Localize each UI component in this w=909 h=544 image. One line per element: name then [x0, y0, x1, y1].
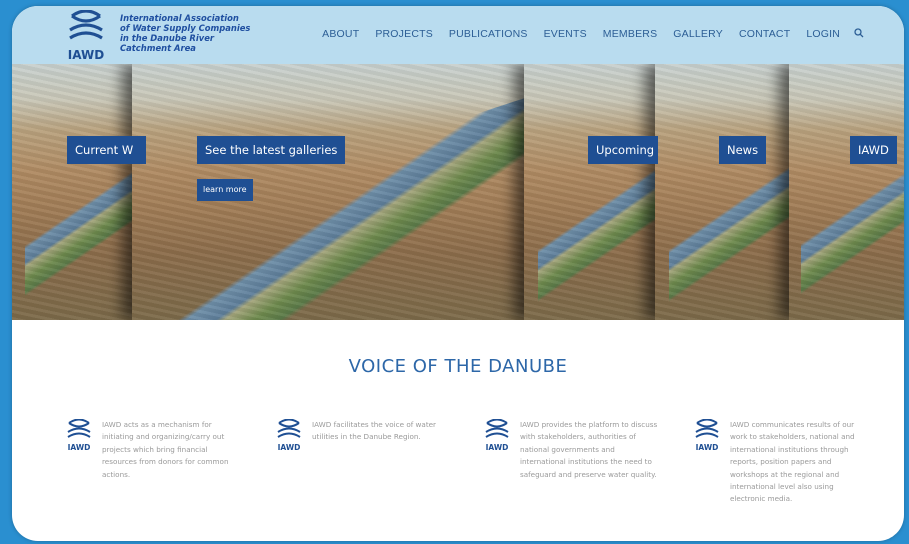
nav-events[interactable]: EVENTS: [544, 28, 587, 41]
site-header: IAWD International Association of Water …: [12, 6, 904, 64]
icon-label: IAWD: [68, 443, 91, 452]
logo-line: of Water Supply Companies: [120, 23, 251, 33]
browser-frame: IAWD International Association of Water …: [12, 6, 904, 541]
nav-login[interactable]: LOGIN: [806, 28, 840, 41]
slide-panel[interactable]: [12, 64, 137, 320]
feature-text: IAWD provides the platform to discuss wi…: [520, 420, 658, 479]
slide-label-upcoming[interactable]: Upcoming: [588, 136, 658, 164]
slide-label-galleries[interactable]: See the latest galleries: [197, 136, 346, 164]
logo-line: International Association: [120, 13, 239, 23]
logo-text: International Association of Water Suppl…: [120, 13, 290, 53]
feature-text: IAWD facilitates the voice of water util…: [312, 420, 437, 442]
slide-panel[interactable]: [524, 64, 664, 320]
slide-label-news[interactable]: News: [719, 136, 767, 164]
logo-line: in the Danube River: [120, 33, 215, 43]
nav-publications[interactable]: PUBLICATIONS: [449, 28, 528, 41]
main-nav: ABOUT PROJECTS PUBLICATIONS EVENTS MEMBE…: [306, 28, 864, 41]
nav-about[interactable]: ABOUT: [322, 28, 359, 41]
page-title: VOICE OF THE DANUBE: [348, 356, 568, 377]
iawd-logo-icon: IAWD: [67, 419, 91, 452]
hero-slider: Current W See the latest galleries learn…: [12, 64, 904, 320]
icon-label: IAWD: [486, 443, 509, 452]
iawd-logo-icon: IAWD: [695, 419, 719, 452]
logo-mark-icon: IAWD: [68, 10, 104, 62]
slide-label-iawd[interactable]: IAWD: [850, 136, 897, 164]
feature-text: IAWD acts as a mechanism for initiating …: [102, 420, 229, 479]
nav-members[interactable]: MEMBERS: [603, 28, 658, 41]
iawd-logo-icon: IAWD: [277, 419, 301, 452]
learn-more-button[interactable]: learn more: [197, 179, 253, 201]
slide-panel[interactable]: [655, 64, 795, 320]
nav-projects[interactable]: PROJECTS: [375, 28, 433, 41]
logo-abbr: IAWD: [68, 48, 104, 62]
search-icon[interactable]: [854, 28, 864, 41]
icon-label: IAWD: [278, 443, 301, 452]
site-logo[interactable]: IAWD International Association of Water …: [64, 10, 264, 62]
logo-line: Catchment Area: [120, 43, 196, 53]
slide-panel[interactable]: [789, 64, 904, 320]
slide-panel[interactable]: [132, 64, 532, 320]
nav-gallery[interactable]: GALLERY: [673, 28, 723, 41]
nav-contact[interactable]: CONTACT: [739, 28, 790, 41]
iawd-logo-icon: IAWD: [485, 419, 509, 452]
slide-label-current[interactable]: Current W: [67, 136, 146, 164]
feature-text: IAWD communicates results of our work to…: [730, 420, 855, 504]
icon-label: IAWD: [696, 443, 719, 452]
